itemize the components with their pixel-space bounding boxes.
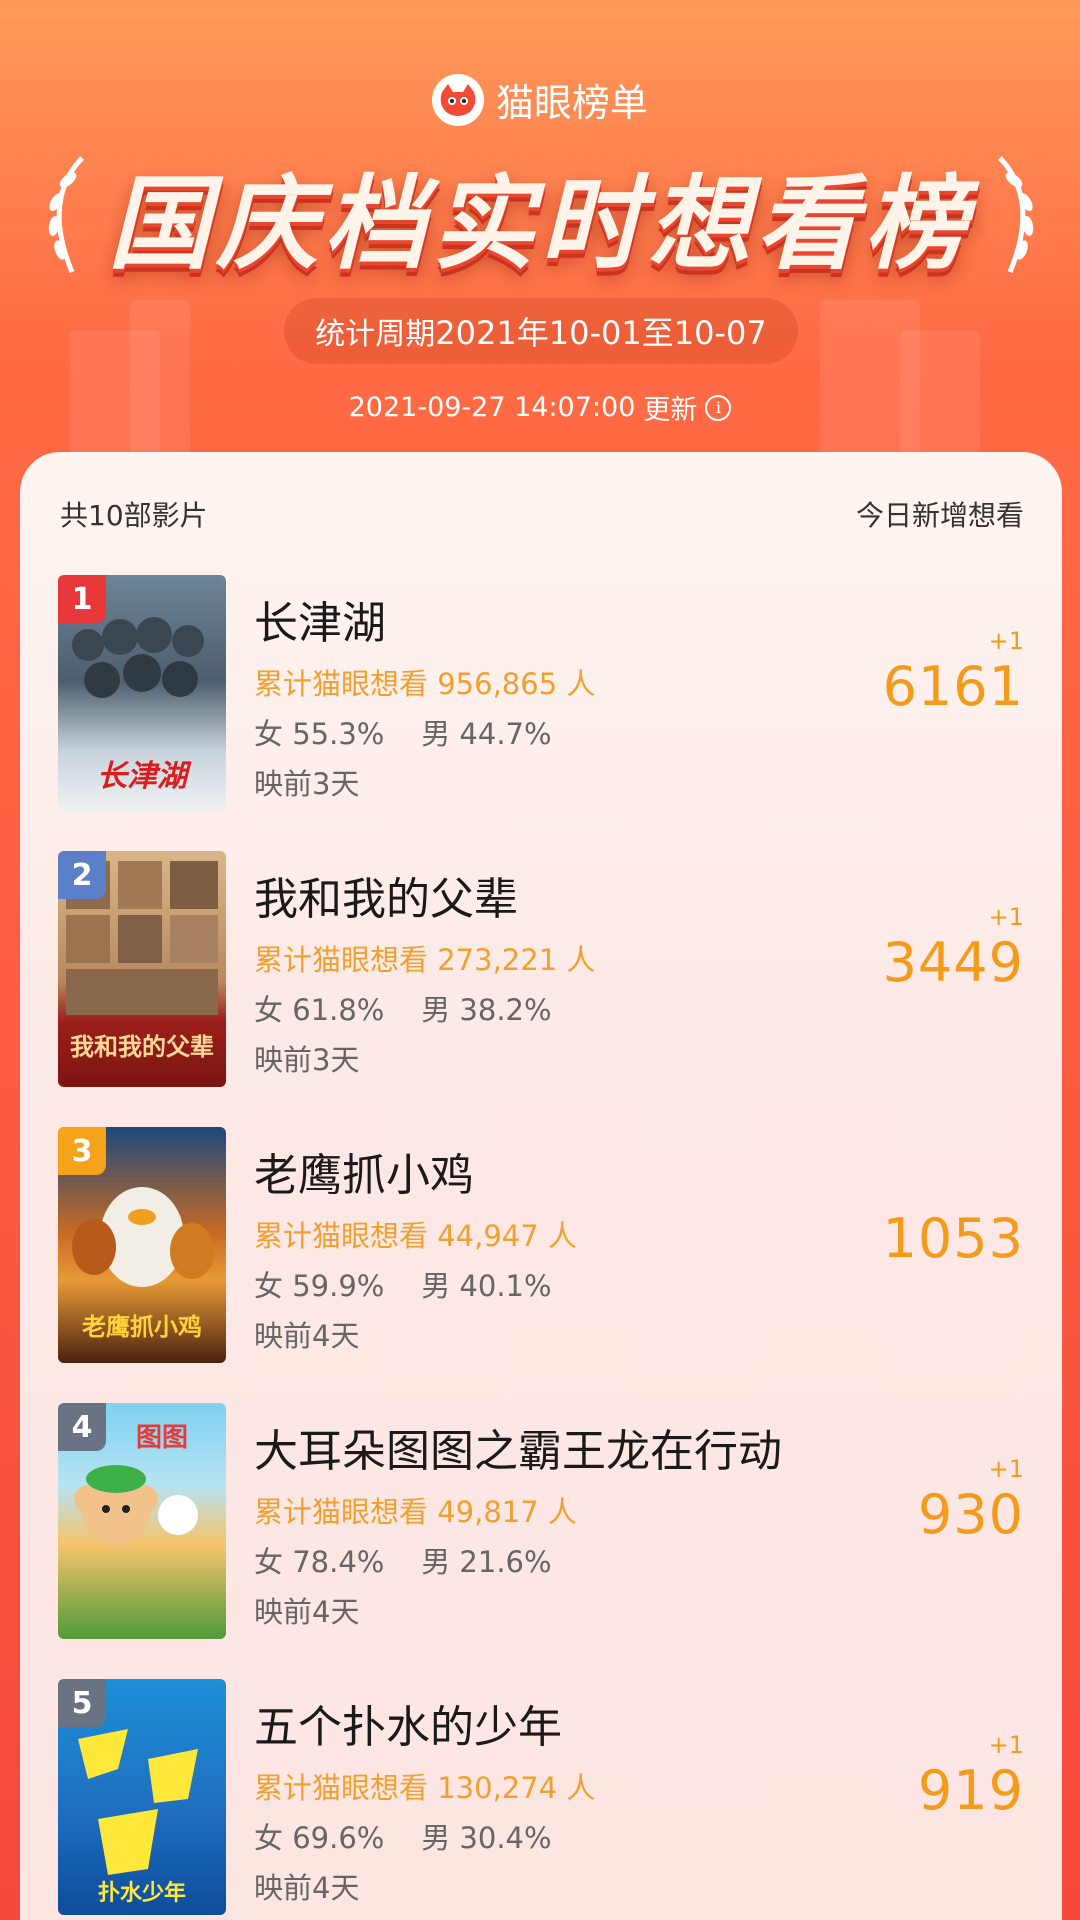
days-before-release: 映前3天 (254, 767, 360, 801)
gender-ratio: 女 78.4% 男 21.6% (254, 1545, 552, 1579)
header: 猫眼榜单 国庆档实时想看榜 统计周期 2021年10-01至10-07 2021… (0, 0, 1080, 460)
period-range: 2021年10-01至10-07 (435, 314, 767, 352)
movie-title[interactable]: 大耳朵图图之霸王龙在行动 (254, 1415, 782, 1479)
gender-ratio: 女 61.8% 男 38.2% (254, 993, 552, 1027)
brand: 猫眼榜单 (0, 72, 1080, 127)
movie-poster[interactable]: 老鹰抓小鸡 3 (58, 1127, 226, 1363)
rank-badge: 1 (58, 575, 106, 623)
info-icon[interactable]: i (705, 394, 732, 421)
today-new-wish: 3449 (882, 931, 1024, 994)
days-before-release: 映前3天 (254, 1043, 360, 1077)
today-new-wish: 919 (917, 1759, 1024, 1822)
laurel-right-icon (998, 156, 1034, 273)
update-time-value: 2021-09-27 14:07:00 (348, 392, 636, 423)
movie-poster[interactable]: 扑水少年 5 (58, 1679, 226, 1915)
rank-change: +1 (988, 1731, 1024, 1759)
total-wish: 累计猫眼想看 130,274 人 (254, 1771, 596, 1805)
gender-ratio: 女 69.6% 男 30.4% (254, 1821, 552, 1855)
poster-title: 扑水少年 (97, 1881, 186, 1906)
rank-badge: 2 (58, 851, 106, 899)
movie-title[interactable]: 长津湖 (254, 587, 386, 651)
rank-badge: 4 (58, 1403, 106, 1451)
rank-badge: 3 (58, 1127, 106, 1175)
movie-poster[interactable]: 图图 4 (58, 1403, 226, 1639)
decor-bar (130, 300, 190, 460)
movie-item[interactable]: 扑水少年 5 五个扑水的少年 累计猫眼想看 130,274 人 女 69.6% … (20, 1679, 1062, 1915)
list-header: 共10部影片 今日新增想看 (60, 494, 1024, 534)
days-before-release: 映前4天 (254, 1871, 360, 1905)
ranking-card: 共10部影片 今日新增想看 长津湖 1 长津湖 累计猫眼想看 956,865 人… (20, 452, 1062, 1920)
poster-title: 长津湖 (97, 759, 187, 794)
period-prefix: 统计周期 (315, 317, 436, 352)
movie-item[interactable]: 图图 4 大耳朵图图之霸王龙在行动 累计猫眼想看 49,817 人 女 78.4… (20, 1403, 1062, 1639)
poster-title: 我和我的父辈 (70, 1033, 214, 1061)
today-new-wish: 930 (917, 1483, 1024, 1546)
rank-change: +1 (988, 627, 1024, 655)
movie-poster[interactable]: 长津湖 1 (58, 575, 226, 811)
today-column-label: 今日新增想看 (855, 499, 1024, 532)
movie-item[interactable]: 长津湖 1 长津湖 累计猫眼想看 956,865 人 女 55.3% 男 44.… (20, 575, 1062, 811)
movie-title[interactable]: 老鹰抓小鸡 (254, 1139, 474, 1203)
rank-change: +1 (988, 1455, 1024, 1483)
gender-ratio: 女 55.3% 男 44.7% (254, 717, 552, 751)
total-wish: 累计猫眼想看 44,947 人 (254, 1219, 577, 1253)
total-wish: 累计猫眼想看 956,865 人 (254, 667, 596, 701)
period-pill: 统计周期 2021年10-01至10-07 (284, 298, 798, 364)
days-before-release: 映前4天 (254, 1595, 360, 1629)
update-time: 2021-09-27 14:07:00 更新 i (0, 388, 1080, 427)
poster-title: 图图 (135, 1423, 188, 1453)
total-wish: 累计猫眼想看 49,817 人 (254, 1495, 577, 1529)
days-before-release: 映前4天 (254, 1319, 360, 1353)
movie-title[interactable]: 五个扑水的少年 (254, 1691, 562, 1755)
total-wish: 累计猫眼想看 273,221 人 (254, 943, 596, 977)
movie-item[interactable]: 我和我的父辈 2 我和我的父辈 累计猫眼想看 273,221 人 女 61.8%… (20, 851, 1062, 1087)
rank-badge: 5 (58, 1679, 106, 1727)
rank-change: +1 (988, 903, 1024, 931)
gender-ratio: 女 59.9% 男 40.1% (254, 1269, 552, 1303)
movie-poster[interactable]: 我和我的父辈 2 (58, 851, 226, 1087)
poster-title: 老鹰抓小鸡 (82, 1313, 202, 1341)
brand-name: 猫眼榜单 (495, 81, 648, 125)
movie-title[interactable]: 我和我的父辈 (254, 863, 518, 927)
movie-count: 共10部影片 (60, 499, 208, 532)
movie-item[interactable]: 老鹰抓小鸡 3 老鹰抓小鸡 累计猫眼想看 44,947 人 女 59.9% 男 … (20, 1127, 1062, 1363)
maoyan-cat-logo-icon (431, 73, 484, 126)
title-row: 国庆档实时想看榜 (0, 142, 1080, 289)
update-label: 更新 (643, 395, 698, 426)
page-title: 国庆档实时想看榜 (108, 165, 972, 284)
today-new-wish: 1053 (882, 1207, 1024, 1270)
today-new-wish: 6161 (882, 655, 1024, 718)
